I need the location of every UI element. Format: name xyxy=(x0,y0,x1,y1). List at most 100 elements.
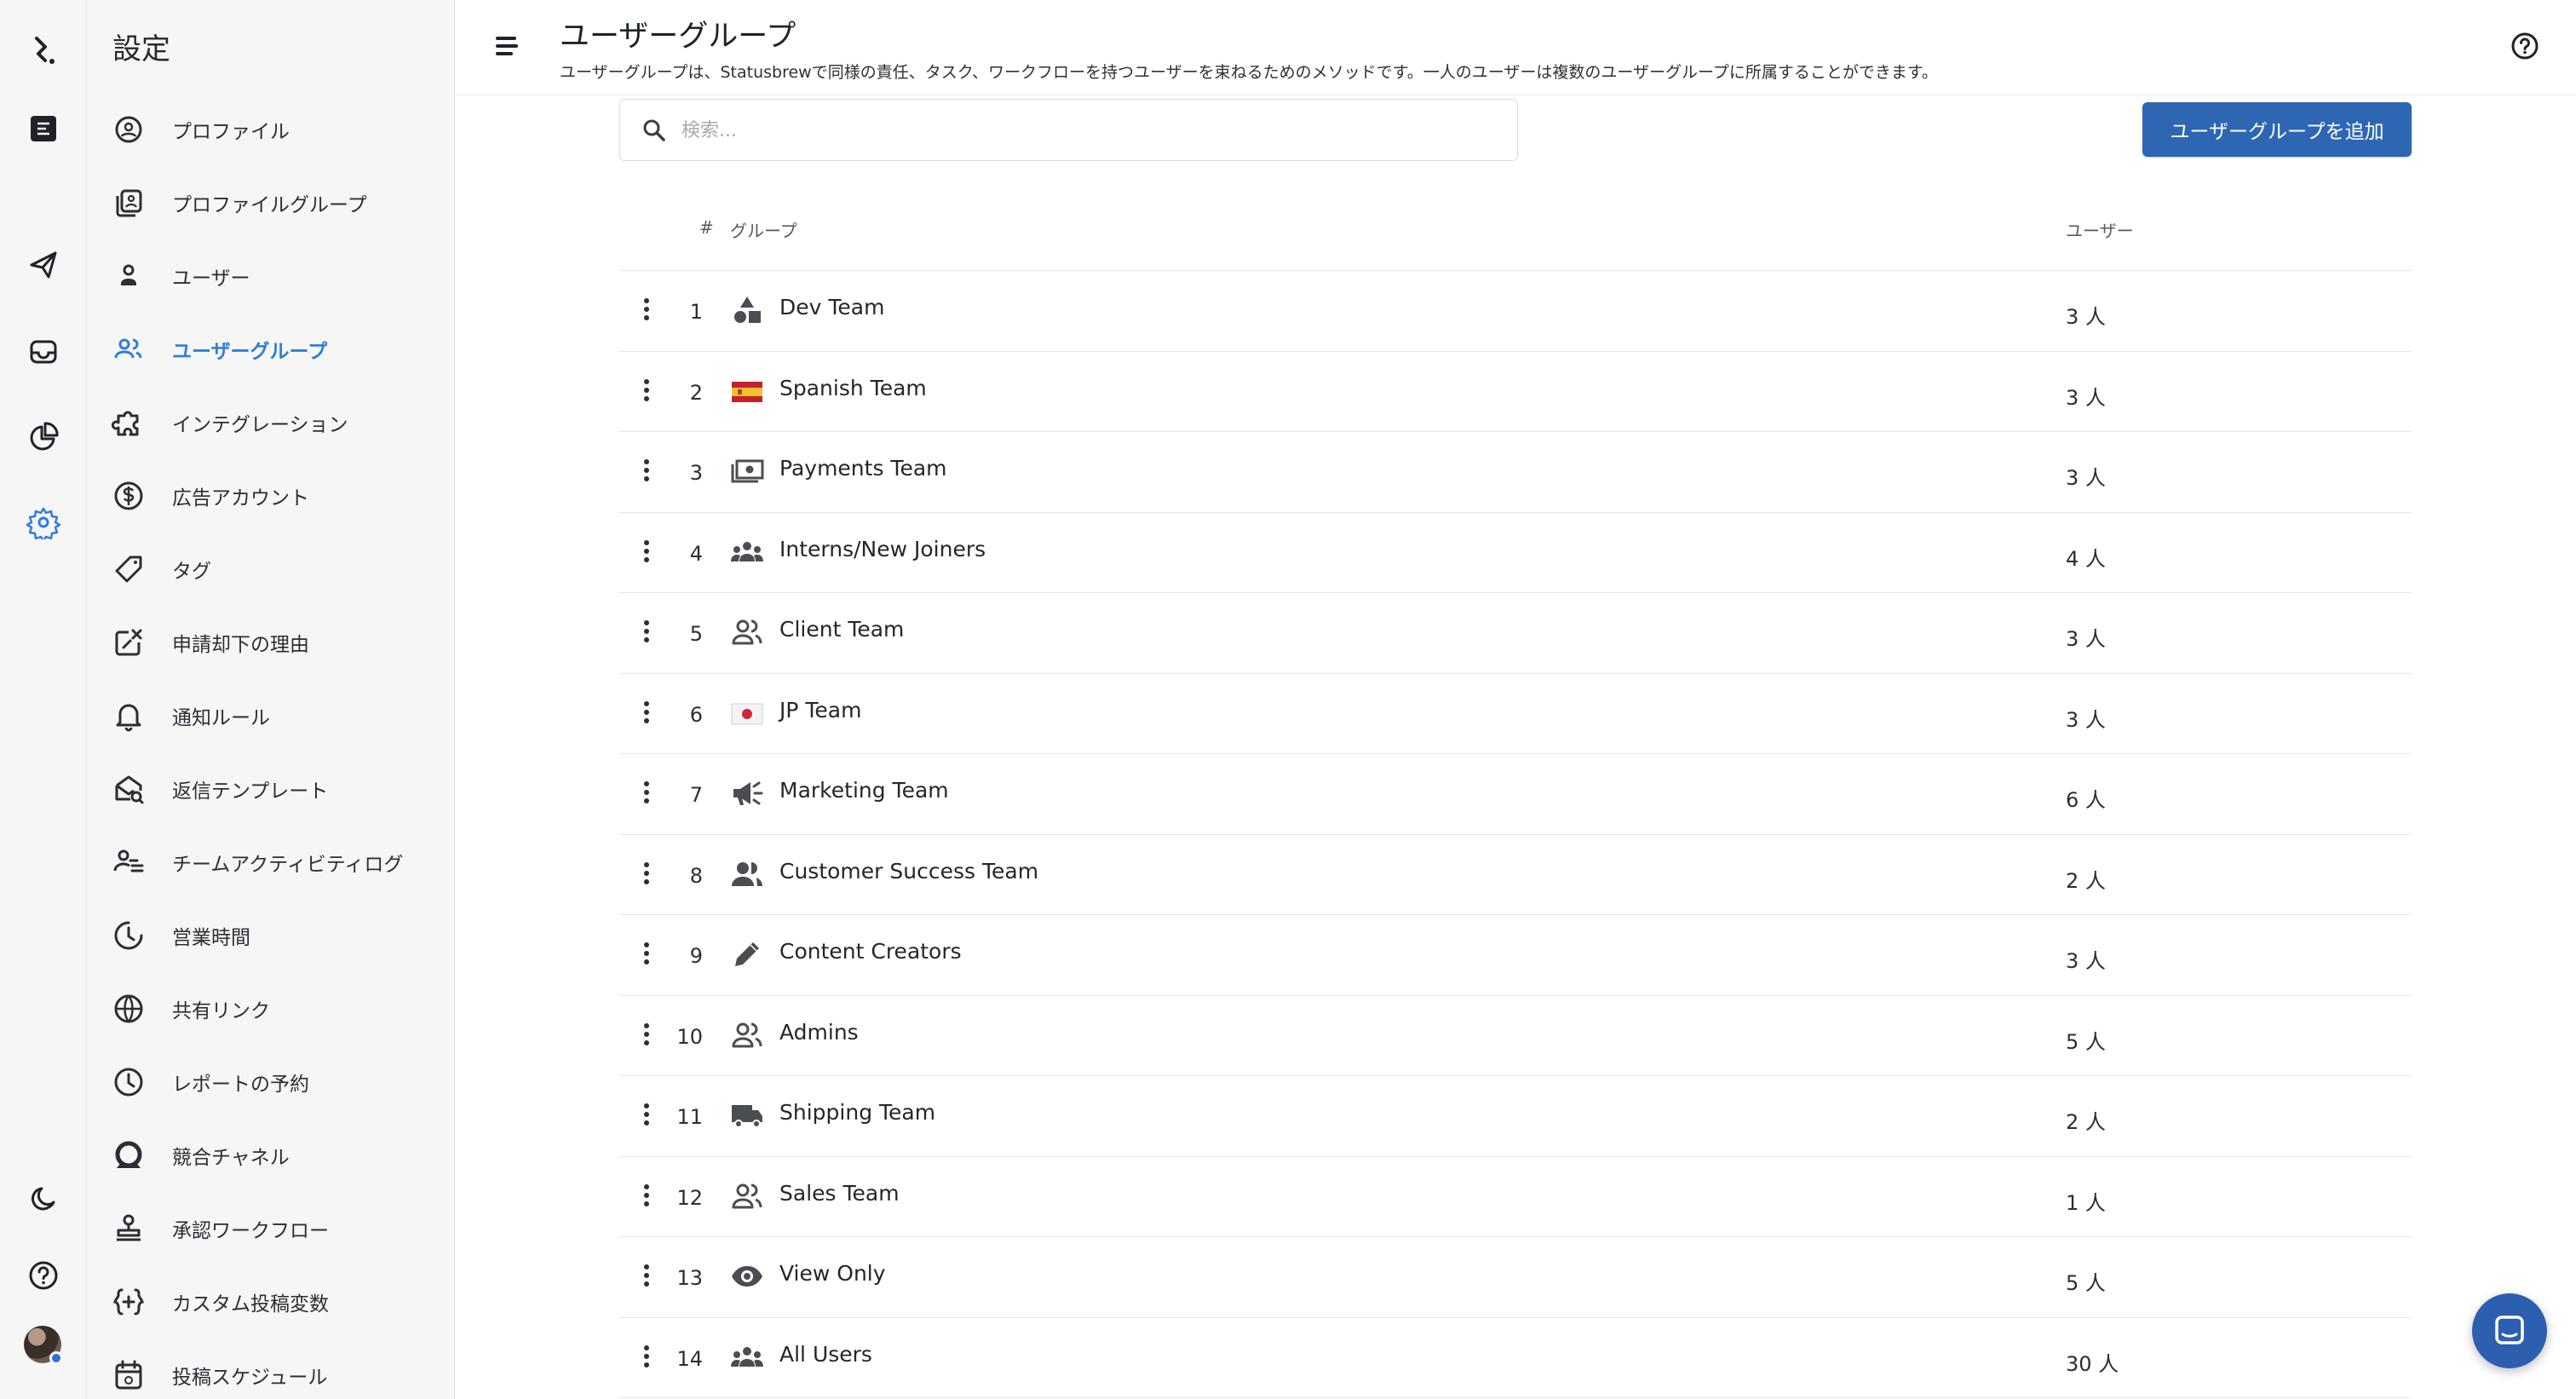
row-menu-icon[interactable] xyxy=(638,295,655,329)
table-row[interactable]: 8 Customer Success Team 2 人 xyxy=(619,835,2412,915)
table-row[interactable]: 14 All Users 30 人 xyxy=(619,1318,2412,1398)
sidebar-item-team-activity-log[interactable]: チームアクティビティログ xyxy=(87,828,454,896)
sidebar-item-profile-groups[interactable]: プロファイルグループ xyxy=(87,169,454,237)
row-menu-icon[interactable] xyxy=(638,859,655,893)
row-menu-icon[interactable] xyxy=(638,939,655,973)
row-menu-icon[interactable] xyxy=(638,778,655,812)
group-name[interactable]: Admins xyxy=(779,1020,859,1045)
table-row[interactable]: 2 Spanish Team 3 人 xyxy=(619,352,2412,432)
sidebar-item-approval-workflow[interactable]: 承認ワークフロー xyxy=(87,1195,454,1263)
workspace-icon[interactable] xyxy=(22,107,65,150)
column-header-users[interactable]: ユーザー xyxy=(2066,217,2134,242)
sidebar-title: 設定 xyxy=(112,32,170,66)
pencil-icon xyxy=(730,937,764,971)
sidebar-item-business-hours[interactable]: 営業時間 xyxy=(87,901,454,970)
sidebar-item-shared-links[interactable]: 共有リンク xyxy=(87,975,454,1043)
sidebar-item-notification-rules[interactable]: 通知ルール xyxy=(87,682,454,750)
search-box[interactable] xyxy=(619,99,1518,161)
user-count: 3 人 xyxy=(2066,385,2106,410)
sidebar-item-label: 申請却下の理由 xyxy=(172,634,309,656)
table-row[interactable]: 4 Interns/New Joiners 4 人 xyxy=(619,513,2412,593)
table-row[interactable]: 11 Shipping Team 2 人 xyxy=(619,1076,2412,1157)
sidebar-item-tags[interactable]: タグ xyxy=(87,535,454,603)
group-name[interactable]: Client Team xyxy=(779,617,904,642)
row-menu-icon[interactable] xyxy=(638,1261,655,1295)
row-menu-icon[interactable] xyxy=(638,537,655,571)
row-menu-icon[interactable] xyxy=(638,1342,655,1376)
table-row[interactable]: 10 Admins 5 人 xyxy=(619,996,2412,1076)
table-row[interactable]: 7 Marketing Team 6 人 xyxy=(619,754,2412,835)
settings-gear-icon[interactable] xyxy=(22,501,65,544)
sidebar-item-label: 広告アカウント xyxy=(172,487,309,510)
sidebar-item-label: 通知ルール xyxy=(172,707,270,729)
statusbrew-logo-icon[interactable] xyxy=(22,29,65,72)
puzzle-icon xyxy=(109,403,148,442)
row-menu-icon[interactable] xyxy=(638,1100,655,1134)
sidebar-item-rejection-reasons[interactable]: 申請却下の理由 xyxy=(87,608,454,676)
sidebar-item-post-schedule[interactable]: 投稿スケジュール xyxy=(87,1341,454,1399)
group-name[interactable]: Dev Team xyxy=(779,295,884,320)
row-number: 5 xyxy=(689,622,703,646)
table-row[interactable]: 1 Dev Team 3 人 xyxy=(619,271,2412,352)
row-menu-icon[interactable] xyxy=(638,1020,655,1054)
sidebar-item-user-groups[interactable]: ユーザーグループ xyxy=(87,315,454,383)
group-name[interactable]: Interns/New Joiners xyxy=(779,537,986,561)
search-input[interactable] xyxy=(681,110,1482,151)
sidebar-item-competitor-channels[interactable]: 競合チャネル xyxy=(87,1121,454,1189)
people-outline-icon xyxy=(730,1179,764,1213)
dollar-icon xyxy=(109,476,148,515)
row-number: 12 xyxy=(676,1185,703,1210)
sidebar-item-ad-accounts[interactable]: 広告アカウント xyxy=(87,462,454,530)
reports-icon[interactable] xyxy=(22,416,65,458)
column-header-number: # xyxy=(699,217,714,238)
sidebar-item-custom-variables[interactable]: カスタム投稿変数 xyxy=(87,1268,454,1336)
column-header-group[interactable]: グループ xyxy=(730,217,797,242)
row-menu-icon[interactable] xyxy=(638,376,655,410)
mail-template-icon xyxy=(109,769,148,809)
table-row[interactable]: 12 Sales Team 1 人 xyxy=(619,1157,2412,1237)
page-description: ユーザーグループは、Statusbrewで同様の責任、タスク、ワークフローを持つ… xyxy=(560,63,1938,82)
group-name[interactable]: All Users xyxy=(779,1342,872,1367)
menu-toggle-icon[interactable] xyxy=(490,29,524,63)
group-name[interactable]: View Only xyxy=(779,1261,886,1286)
row-menu-icon[interactable] xyxy=(638,617,655,651)
sidebar-item-users[interactable]: ユーザー xyxy=(87,242,454,310)
sidebar-item-integrations[interactable]: インテグレーション xyxy=(87,389,454,457)
group-name[interactable]: Shipping Team xyxy=(779,1100,935,1125)
group-name[interactable]: Sales Team xyxy=(779,1181,900,1206)
table-row[interactable]: 3 Payments Team 3 人 xyxy=(619,432,2412,513)
chat-launcher-button[interactable] xyxy=(2472,1293,2547,1368)
sidebar-item-reply-templates[interactable]: 返信テンプレート xyxy=(87,755,454,823)
publish-icon[interactable] xyxy=(22,244,65,286)
group-name[interactable]: Content Creators xyxy=(779,939,962,964)
group-name[interactable]: Customer Success Team xyxy=(779,859,1038,884)
dark-mode-moon-icon[interactable] xyxy=(22,1177,65,1220)
calendar-icon xyxy=(109,1356,148,1395)
sidebar-item-label: レポートの予約 xyxy=(172,1074,309,1096)
truck-icon xyxy=(730,1098,764,1132)
group-name[interactable]: JP Team xyxy=(779,698,861,723)
table-row[interactable]: 5 Client Team 3 人 xyxy=(619,593,2412,674)
table-row[interactable]: 6 JP Team 3 人 xyxy=(619,674,2412,754)
sidebar-item-report-schedule[interactable]: レポートの予約 xyxy=(87,1048,454,1116)
row-menu-icon[interactable] xyxy=(638,456,655,490)
row-menu-icon[interactable] xyxy=(638,698,655,732)
row-menu-icon[interactable] xyxy=(638,1181,655,1215)
add-user-group-button[interactable]: ユーザーグループを追加 xyxy=(2142,102,2412,157)
sidebar-item-label: ユーザー xyxy=(172,268,250,290)
table-header: # グループ ユーザー xyxy=(619,196,2412,271)
avatar[interactable] xyxy=(24,1326,63,1365)
inbox-icon[interactable] xyxy=(22,331,65,373)
group-name[interactable]: Spanish Team xyxy=(779,376,927,400)
group-name[interactable]: Marketing Team xyxy=(779,778,949,803)
sidebar-item-label: ユーザーグループ xyxy=(172,341,328,363)
stamp-icon xyxy=(109,1209,148,1248)
table-row[interactable]: 9 Content Creators 3 人 xyxy=(619,915,2412,996)
help-icon[interactable] xyxy=(2508,29,2542,63)
group-name[interactable]: Payments Team xyxy=(779,456,947,481)
sidebar-item-profiles[interactable]: プロファイル xyxy=(87,95,454,164)
table-row[interactable]: 13 View Only 5 人 xyxy=(619,1237,2412,1318)
help-icon[interactable] xyxy=(22,1254,65,1297)
chat-icon xyxy=(2495,1316,2524,1344)
user-count: 3 人 xyxy=(2066,707,2106,732)
